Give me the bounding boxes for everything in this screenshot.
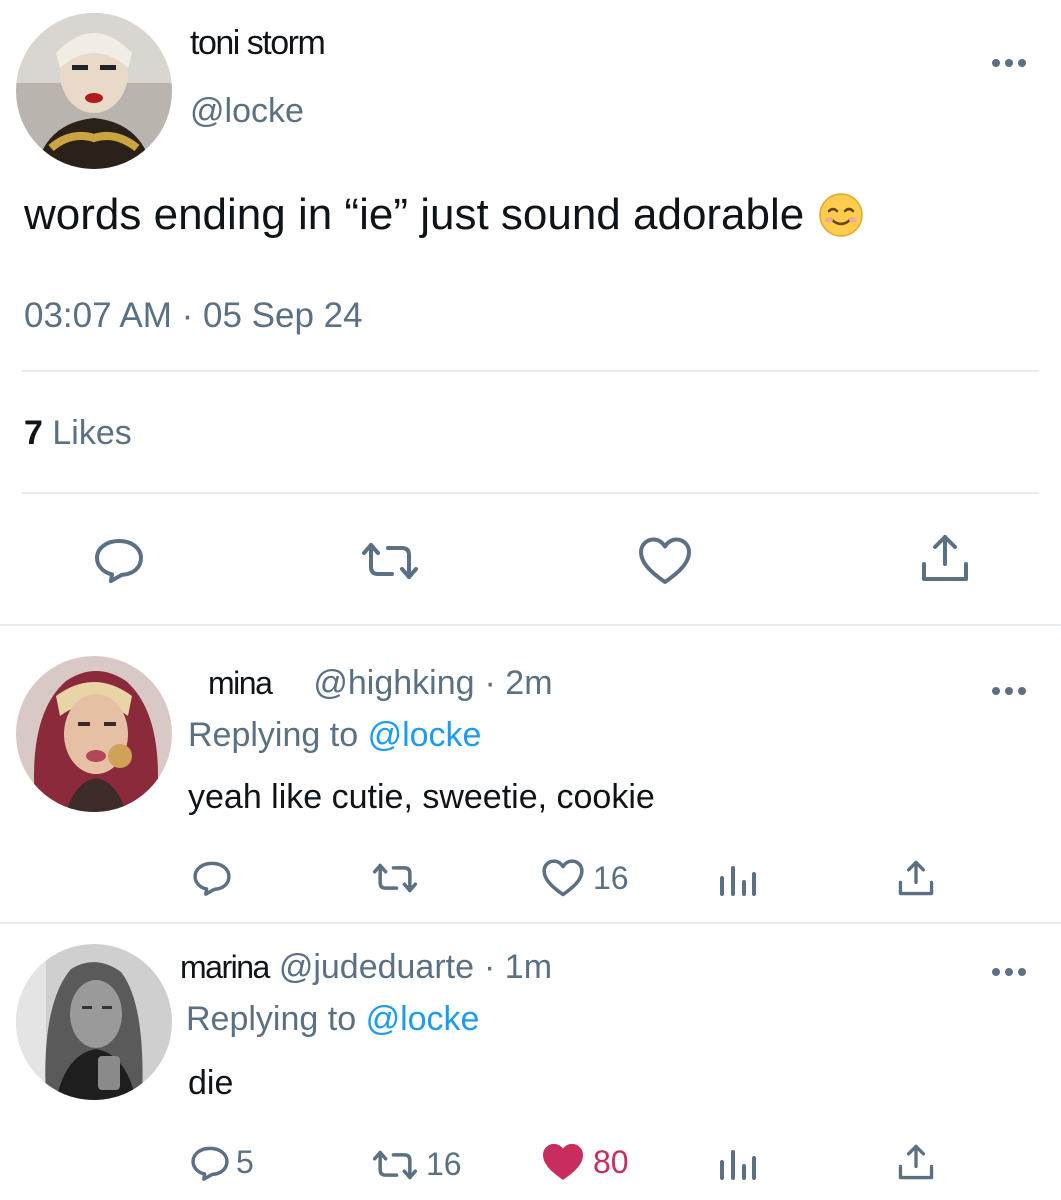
avatar[interactable]: [16, 656, 172, 812]
likes-label: Likes: [52, 414, 132, 452]
smiling-face-emoji-icon: [818, 192, 864, 238]
share-icon[interactable]: [918, 532, 972, 584]
share-icon[interactable]: [896, 1142, 936, 1182]
display-name[interactable]: mina: [208, 665, 273, 702]
retweet-count: 16: [426, 1146, 462, 1182]
reply-header: marina @judeduarte · 1m: [180, 948, 552, 987]
divider: [22, 492, 1039, 494]
replying-to: Replying to @locke: [188, 716, 481, 755]
like-action[interactable]: 16: [541, 858, 629, 898]
reply-icon[interactable]: [190, 1145, 230, 1181]
display-name[interactable]: toni storm: [190, 24, 326, 63]
reply-text: yeah like cutie, sweetie, cookie: [188, 778, 655, 816]
avatar[interactable]: [16, 13, 172, 169]
analytics-icon[interactable]: [718, 1148, 758, 1182]
tweet-text: words ending in “ie” just sound adorable: [24, 190, 805, 239]
replying-to-label: Replying to: [186, 1000, 357, 1038]
replying-to-label: Replying to: [188, 716, 359, 754]
analytics-icon[interactable]: [718, 864, 758, 898]
likes-count: 7: [24, 414, 43, 452]
retweet-icon[interactable]: [370, 862, 420, 894]
reply-time[interactable]: · 2m: [485, 664, 553, 703]
like-icon[interactable]: [637, 536, 693, 586]
reply-icon[interactable]: [93, 537, 145, 583]
tweet-timestamp[interactable]: 03:07 AM · 05 Sep 24: [24, 296, 363, 336]
retweet-icon[interactable]: [370, 1149, 420, 1181]
display-name[interactable]: marina: [180, 949, 270, 986]
replying-to-handle[interactable]: @locke: [368, 716, 482, 754]
more-icon[interactable]: [992, 687, 1026, 697]
reply-action[interactable]: 5: [190, 1144, 254, 1181]
divider: [0, 922, 1061, 924]
share-icon[interactable]: [896, 858, 936, 898]
like-count: 80: [593, 1143, 629, 1180]
reply-count: 5: [236, 1144, 254, 1180]
handle[interactable]: @locke: [190, 92, 304, 131]
reply-time[interactable]: · 1m: [484, 948, 552, 987]
like-action[interactable]: 80: [541, 1142, 629, 1182]
replying-to: Replying to @locke: [186, 1000, 479, 1039]
replying-to-handle[interactable]: @locke: [366, 1000, 480, 1038]
like-count: 16: [593, 859, 629, 896]
tweet-text-row: words ending in “ie” just sound adorable: [24, 190, 864, 240]
divider: [22, 370, 1039, 372]
likes-summary[interactable]: 7 Likes: [24, 414, 132, 453]
avatar[interactable]: [16, 944, 172, 1100]
tweet-time: 03:07 AM: [24, 296, 172, 335]
handle[interactable]: @highking: [313, 664, 474, 703]
divider: [0, 624, 1061, 626]
reply-header: mina @highking · 2m: [208, 664, 553, 703]
more-icon[interactable]: [992, 59, 1026, 69]
like-icon[interactable]: [541, 858, 585, 898]
timestamp-separator: ·: [181, 296, 194, 335]
handle[interactable]: @judeduarte: [279, 948, 474, 987]
reply-text: die: [188, 1064, 234, 1102]
tweet-date: 05 Sep 24: [203, 296, 363, 335]
like-icon-filled[interactable]: [541, 1142, 585, 1182]
reply-icon[interactable]: [192, 860, 232, 896]
retweet-icon[interactable]: [358, 541, 422, 581]
more-icon[interactable]: [992, 968, 1026, 978]
retweet-action[interactable]: 16: [370, 1146, 462, 1183]
